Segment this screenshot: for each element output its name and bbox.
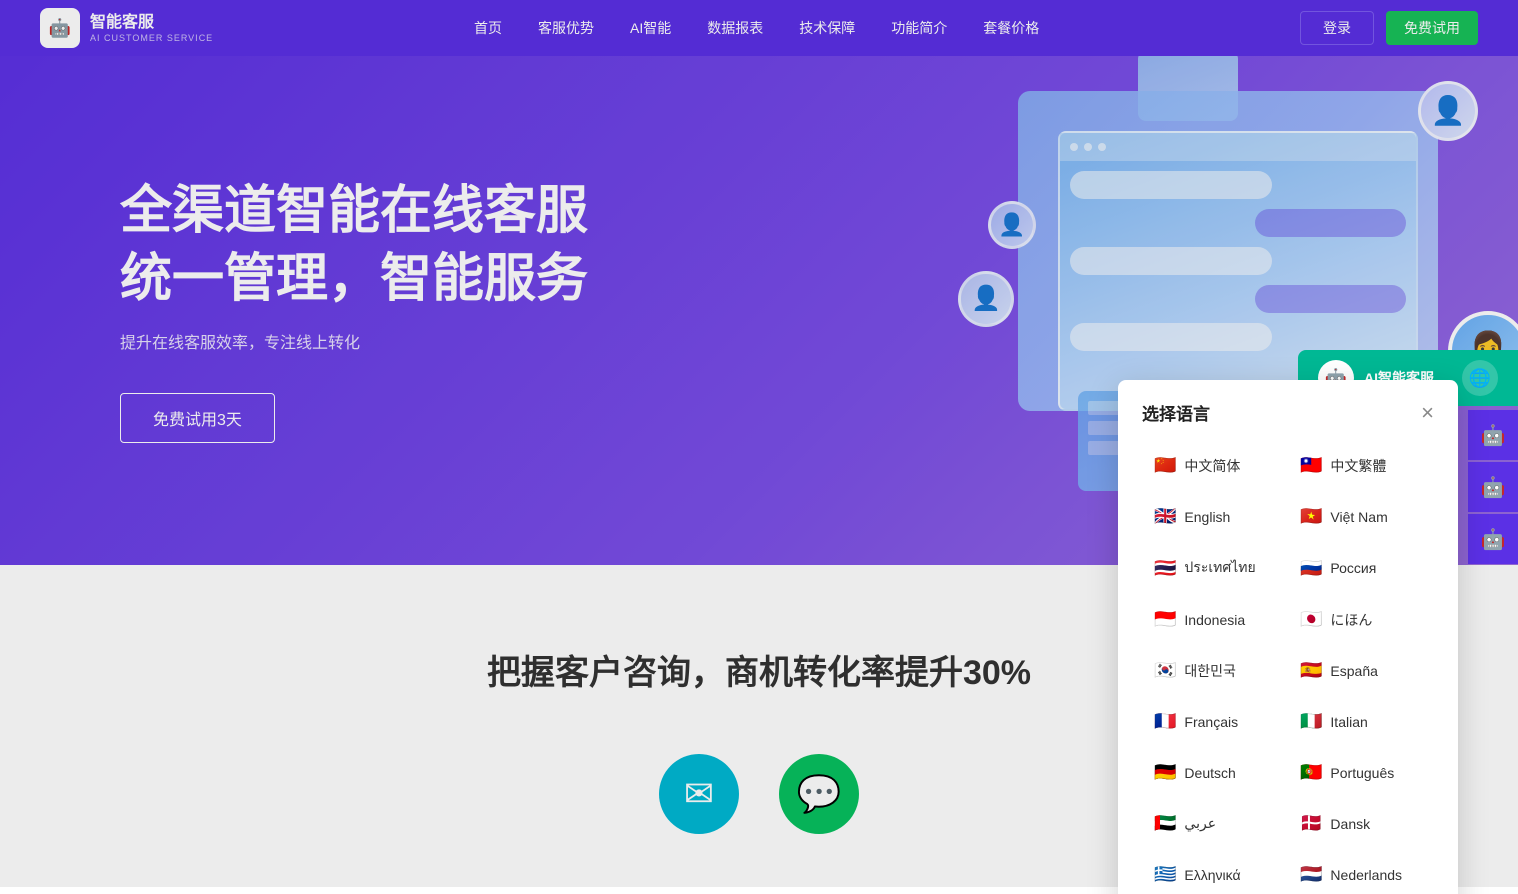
lang-name: Português xyxy=(1330,765,1394,781)
lang-item-italian[interactable]: 🇮🇹 Italian xyxy=(1288,701,1434,742)
lang-name: 中文简体 xyxy=(1184,456,1240,476)
lang-flag: 🇬🇷 xyxy=(1154,864,1176,885)
lang-item-대한민국[interactable]: 🇰🇷 대한민국 xyxy=(1142,650,1288,691)
lang-name: عربي xyxy=(1184,815,1216,832)
lang-flag: 🇮🇩 xyxy=(1154,609,1176,630)
lang-item-españa[interactable]: 🇪🇸 España xyxy=(1288,650,1434,691)
lang-name: Italian xyxy=(1330,714,1367,730)
lang-item-にほん[interactable]: 🇯🇵 にほん xyxy=(1288,599,1434,640)
lang-item-việt-nam[interactable]: 🇻🇳 Việt Nam xyxy=(1288,496,1434,537)
lang-name: English xyxy=(1184,509,1230,525)
lang-flag: 🇻🇳 xyxy=(1300,506,1322,527)
lang-flag: 🇯🇵 xyxy=(1300,609,1322,630)
lang-item-français[interactable]: 🇫🇷 Français xyxy=(1142,701,1288,742)
lang-name: ประเทศไทย xyxy=(1184,557,1255,579)
lang-dialog-title: 选择语言 xyxy=(1142,400,1210,425)
lang-item-中文繁體[interactable]: 🇹🇼 中文繁體 xyxy=(1288,445,1434,486)
side-avatar-3[interactable]: 🤖 xyxy=(1468,514,1518,564)
lang-name: Ελληνικά xyxy=(1184,867,1240,883)
lang-item-россия[interactable]: 🇷🇺 Россия xyxy=(1288,547,1434,589)
lang-name: Россия xyxy=(1330,560,1376,576)
lang-name: Dansk xyxy=(1330,816,1370,832)
lang-flag: 🇰🇷 xyxy=(1154,660,1176,681)
lang-flag: 🇦🇪 xyxy=(1154,813,1176,834)
lang-item-english[interactable]: 🇬🇧 English xyxy=(1142,496,1288,537)
lang-flag: 🇹🇼 xyxy=(1300,455,1322,476)
lang-name: Deutsch xyxy=(1184,765,1235,781)
lang-name: Nederlands xyxy=(1330,867,1402,883)
lang-flag: 🇨🇳 xyxy=(1154,455,1176,476)
lang-item-中文简体[interactable]: 🇨🇳 中文简体 xyxy=(1142,445,1288,486)
side-avatar-2[interactable]: 🤖 xyxy=(1468,462,1518,512)
lang-flag: 🇷🇺 xyxy=(1300,558,1322,579)
lang-name: 대한민국 xyxy=(1184,661,1236,681)
lang-flag: 🇫🇷 xyxy=(1154,711,1176,732)
lang-item-deutsch[interactable]: 🇩🇪 Deutsch xyxy=(1142,752,1288,793)
lang-name: 中文繁體 xyxy=(1330,456,1386,476)
lang-item-dansk[interactable]: 🇩🇰 Dansk xyxy=(1288,803,1434,844)
lang-flag: 🇮🇹 xyxy=(1300,711,1322,732)
lang-name: Việt Nam xyxy=(1330,509,1387,525)
lang-item-indonesia[interactable]: 🇮🇩 Indonesia xyxy=(1142,599,1288,640)
lang-item-عربي[interactable]: 🇦🇪 عربي xyxy=(1142,803,1288,844)
lang-flag: 🇩🇪 xyxy=(1154,762,1176,783)
lang-flag: 🇩🇰 xyxy=(1300,813,1322,834)
lang-flag: 🇹🇭 xyxy=(1154,558,1176,579)
lang-name: España xyxy=(1330,663,1377,679)
lang-flag: 🇪🇸 xyxy=(1300,660,1322,681)
lang-dialog-header: 选择语言 × xyxy=(1142,400,1434,425)
side-avatar-1[interactable]: 🤖 xyxy=(1468,410,1518,460)
lang-item-ประเทศไทย[interactable]: 🇹🇭 ประเทศไทย xyxy=(1142,547,1288,589)
lang-item-português[interactable]: 🇵🇹 Português xyxy=(1288,752,1434,793)
lang-flag: 🇬🇧 xyxy=(1154,506,1176,527)
language-dialog: 选择语言 × 🇨🇳 中文简体 🇹🇼 中文繁體 🇬🇧 English 🇻🇳 Việt Nam 🇹🇭… xyxy=(1118,380,1458,894)
lang-flag: 🇳🇱 xyxy=(1300,864,1322,885)
lang-name: にほん xyxy=(1330,610,1372,630)
globe-icon-button[interactable]: 🌐 xyxy=(1462,360,1498,396)
lang-flag: 🇵🇹 xyxy=(1300,762,1322,783)
lang-grid: 🇨🇳 中文简体 🇹🇼 中文繁體 🇬🇧 English 🇻🇳 Việt Nam 🇹🇭 ประเทศไ… xyxy=(1142,445,1434,894)
side-avatars: 🤖 🤖 🤖 xyxy=(1468,410,1518,564)
lang-name: Indonesia xyxy=(1184,612,1245,628)
close-button[interactable]: × xyxy=(1421,402,1434,424)
lang-name: Français xyxy=(1184,714,1238,730)
